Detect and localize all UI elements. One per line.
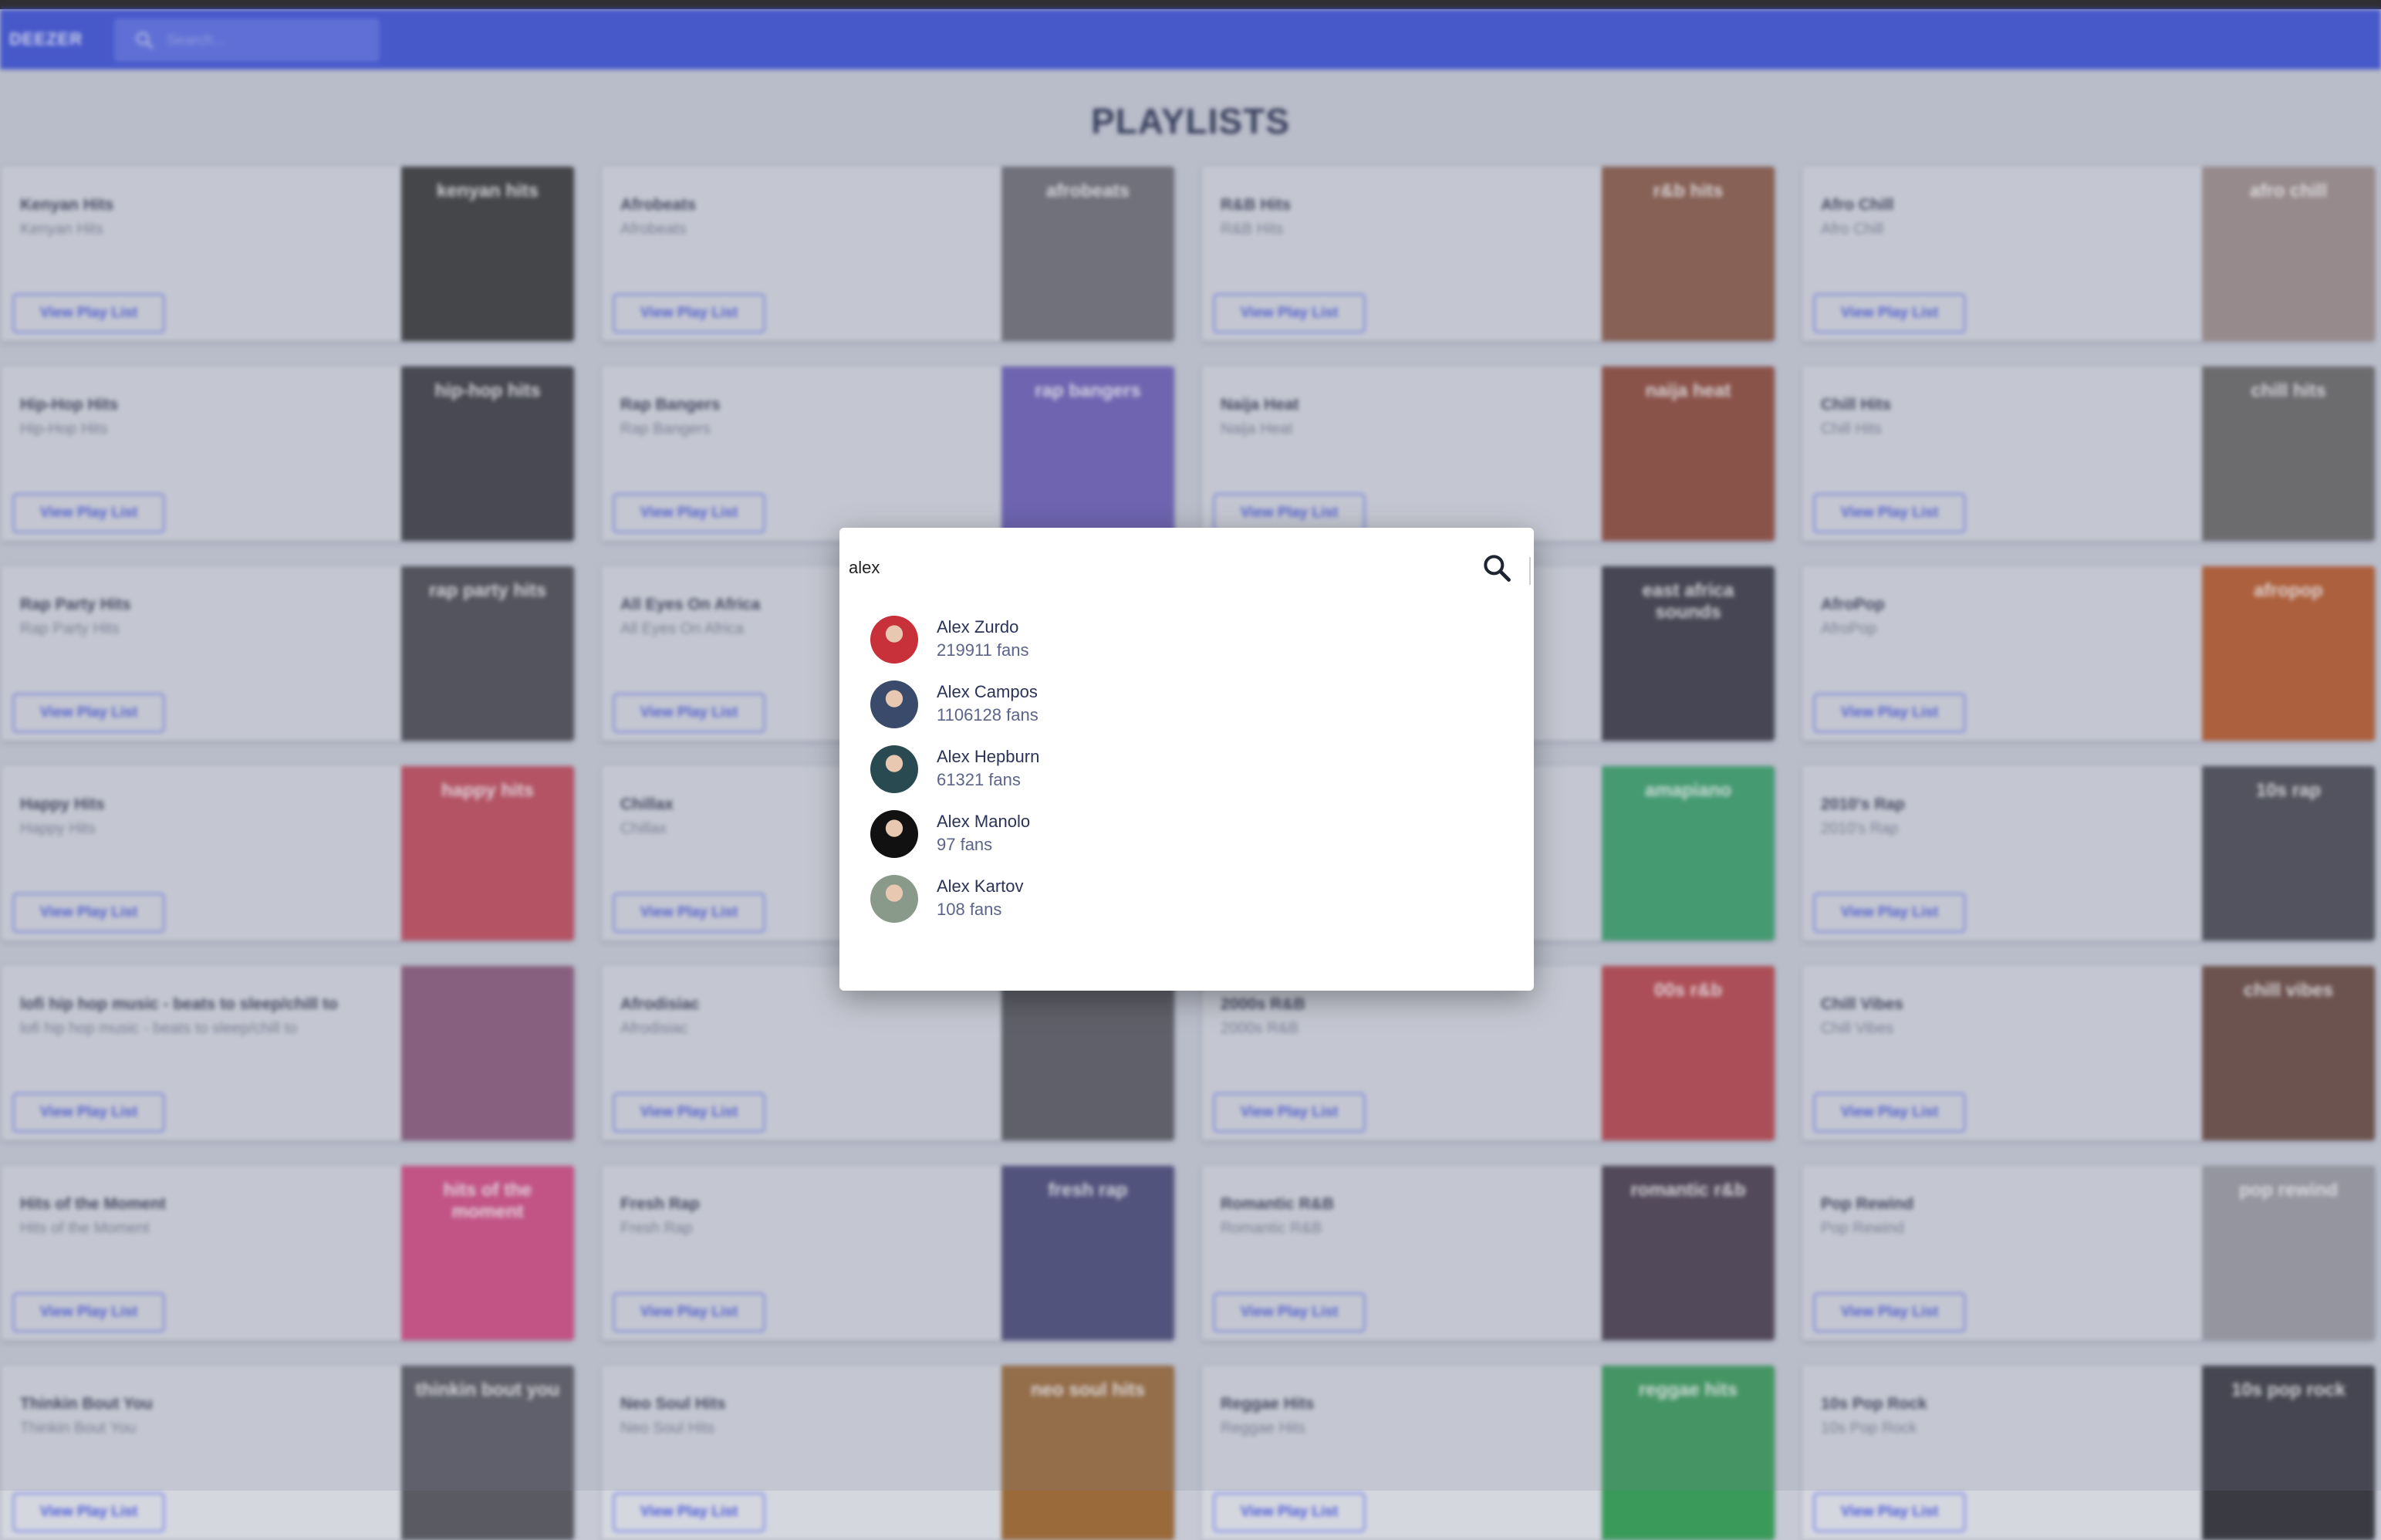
artist-name: Alex Manolo [937,812,1031,831]
artist-avatar [870,745,918,793]
artist-fans: 219911 fans [937,640,1029,660]
artist-fans: 1106128 fans [937,705,1039,724]
artist-name: Alex Zurdo [937,617,1019,637]
artist-fans: 97 fans [937,835,993,854]
artist-result[interactable]: Alex Hepburn 61321 fans [870,741,1503,805]
artist-fans: 61321 fans [937,770,1021,789]
artist-result[interactable]: Alex Manolo 97 fans [870,805,1503,870]
search-modal: Alex Zurdo 219911 fans Alex Campos 1106128 … [839,528,1534,991]
search-input[interactable] [849,551,1497,585]
search-divider [1529,557,1531,585]
search-icon[interactable] [1480,551,1514,585]
artist-avatar [870,616,918,664]
artist-avatar [870,875,918,923]
window-top-strip [0,0,2381,9]
view-playlist-button[interactable]: View Play List [1213,1492,1366,1532]
artist-name: Alex Kartov [937,876,1024,896]
view-playlist-button[interactable]: View Play List [1813,1492,1966,1532]
view-playlist-button[interactable]: View Play List [613,1492,765,1532]
artist-name: Alex Hepburn [937,747,1040,766]
artist-result[interactable]: Alex Campos 1106128 fans [870,676,1503,741]
artist-result[interactable]: Alex Kartov 108 fans [870,870,1503,935]
artist-avatar [870,810,918,858]
artist-fans: 108 fans [937,900,1002,919]
artist-name: Alex Campos [937,682,1038,701]
search-results-list: Alex Zurdo 219911 fans Alex Campos 1106128 … [870,611,1503,935]
view-playlist-button[interactable]: View Play List [12,1492,165,1532]
artist-avatar [870,681,918,728]
artist-result[interactable]: Alex Zurdo 219911 fans [870,611,1503,676]
